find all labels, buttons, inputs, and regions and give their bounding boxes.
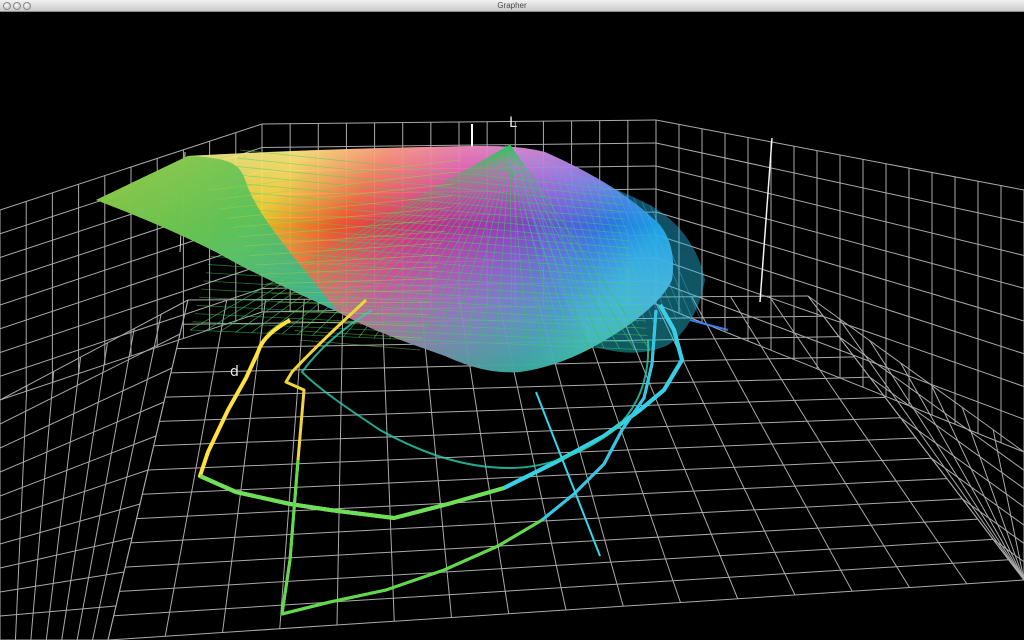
axis-label-d: d: [230, 364, 239, 380]
window-title: Grapher: [497, 1, 527, 10]
grapher-window: Grapher L d: [0, 0, 1024, 640]
second-trace-green: [280, 459, 575, 616]
axis-label-l: L: [509, 115, 517, 131]
window-titlebar: Grapher: [0, 0, 1024, 12]
graph-canvas[interactable]: [0, 12, 1024, 640]
